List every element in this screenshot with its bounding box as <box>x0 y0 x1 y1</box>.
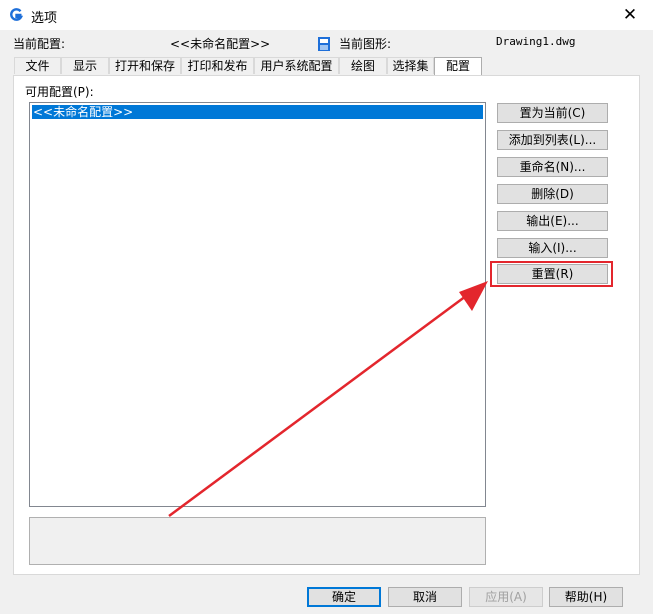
ok-button[interactable]: 确定 <box>307 587 381 607</box>
help-button[interactable]: 帮助(H) <box>549 587 623 607</box>
cancel-button[interactable]: 取消 <box>388 587 462 607</box>
arrow-shaft <box>168 294 467 518</box>
annotation-arrow <box>168 281 488 518</box>
arrow-head-icon <box>459 281 488 311</box>
apply-button[interactable]: 应用(A) <box>469 587 543 607</box>
